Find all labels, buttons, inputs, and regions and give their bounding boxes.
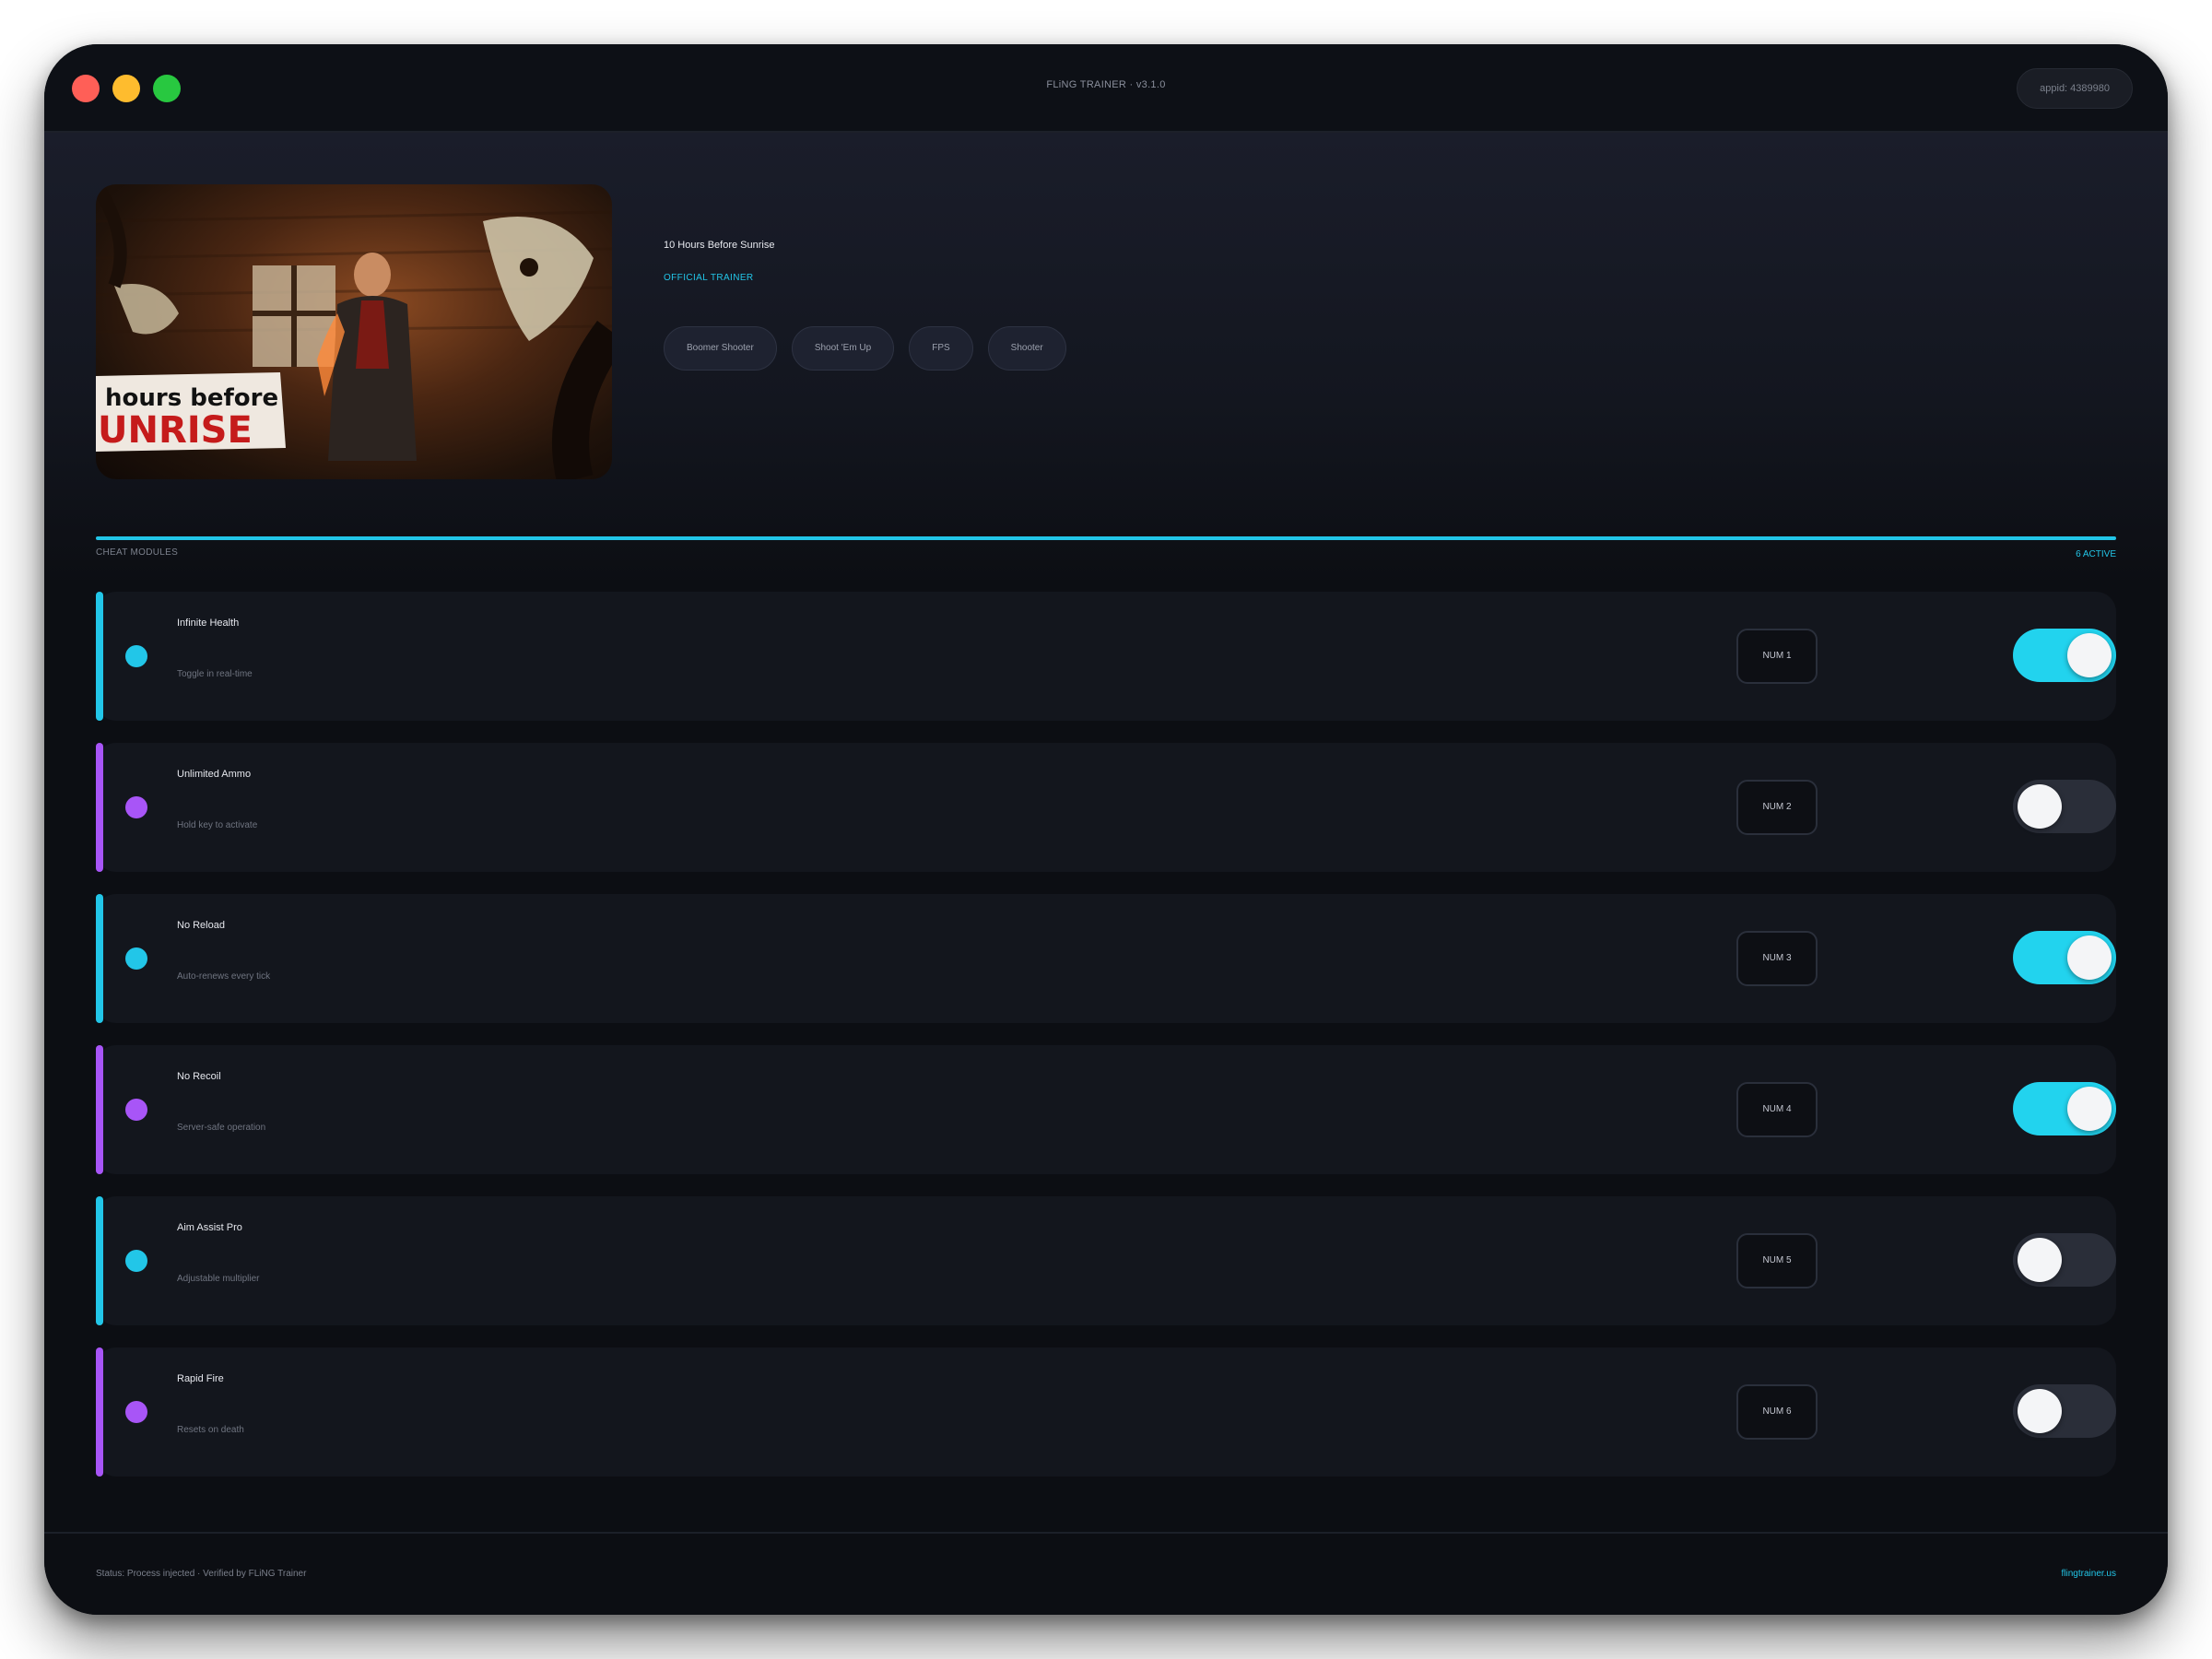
cheat-module-aim-assist-pro[interactable]: Aim Assist Pro Adjustable multiplier NUM… <box>96 1196 2116 1325</box>
module-accent-bar <box>96 894 103 1023</box>
module-status-dot <box>125 947 147 970</box>
cheat-module-list: Infinite Health Toggle in real-time NUM … <box>96 592 2116 1499</box>
cover-title-line1: hours before <box>105 384 278 412</box>
toggle-knob <box>2018 1389 2062 1433</box>
game-cover-image: hours before UNRISE <box>96 184 612 479</box>
hotkey-button[interactable]: NUM 1 <box>1736 629 1818 684</box>
hotkey-button[interactable]: NUM 3 <box>1736 931 1818 986</box>
cover-title-line2: UNRISE <box>98 409 253 452</box>
cheat-module-rapid-fire[interactable]: Rapid Fire Resets on death NUM 6 <box>96 1347 2116 1477</box>
genre-tags: Boomer Shooter Shoot 'Em Up FPS Shooter <box>664 326 1066 371</box>
cover-art: hours before UNRISE <box>96 184 612 479</box>
website-link[interactable]: flingtrainer.us <box>2062 1569 2116 1579</box>
cheat-module-no-reload[interactable]: No Reload Auto-renews every tick NUM 3 <box>96 894 2116 1023</box>
module-accent-bar <box>96 592 103 721</box>
hotkey-button[interactable]: NUM 4 <box>1736 1082 1818 1137</box>
module-status-dot <box>125 1099 147 1121</box>
module-toggle[interactable] <box>2013 931 2116 984</box>
module-toggle[interactable] <box>2013 780 2116 833</box>
section-divider <box>96 536 2116 540</box>
tag-fps[interactable]: FPS <box>909 326 973 371</box>
toggle-knob <box>2018 784 2062 829</box>
status-text: Status: Process injected · Verified by F… <box>96 1569 307 1579</box>
toggle-knob <box>2067 935 2112 980</box>
module-name: Aim Assist Pro <box>177 1222 242 1233</box>
cheat-module-no-recoil[interactable]: No Recoil Server-safe operation NUM 4 <box>96 1045 2116 1174</box>
cheat-module-infinite-health[interactable]: Infinite Health Toggle in real-time NUM … <box>96 592 2116 721</box>
module-toggle[interactable] <box>2013 1384 2116 1438</box>
module-description: Toggle in real-time <box>177 669 253 679</box>
hotkey-button[interactable]: NUM 2 <box>1736 780 1818 835</box>
window-title: FLiNG TRAINER · v3.1.0 <box>1046 79 1166 90</box>
module-status-dot <box>125 796 147 818</box>
module-description: Auto-renews every tick <box>177 971 271 982</box>
game-header: hours before UNRISE 10 Hours Before Sunr… <box>44 133 2168 584</box>
module-description: Hold key to activate <box>177 820 258 830</box>
hotkey-button[interactable]: NUM 6 <box>1736 1384 1818 1440</box>
module-status-dot <box>125 1250 147 1272</box>
title-bar: FLiNG TRAINER · v3.1.0 appid: 4389980 <box>44 44 2168 133</box>
tag-boomer-shooter[interactable]: Boomer Shooter <box>664 326 777 371</box>
module-name: Rapid Fire <box>177 1373 224 1384</box>
module-description: Resets on death <box>177 1425 244 1435</box>
module-accent-bar <box>96 1347 103 1477</box>
game-title: 10 Hours Before Sunrise <box>664 240 775 251</box>
status-footer: Status: Process injected · Verified by F… <box>44 1532 2168 1615</box>
tag-shoot-em-up[interactable]: Shoot 'Em Up <box>791 326 895 371</box>
module-description: Server-safe operation <box>177 1123 266 1133</box>
toggle-knob <box>2067 633 2112 677</box>
trainer-window: FLiNG TRAINER · v3.1.0 appid: 4389980 ho… <box>44 44 2168 1615</box>
section-label: CHEAT MODULES <box>96 547 179 558</box>
module-status-dot <box>125 645 147 667</box>
official-trainer-badge: OFFICIAL TRAINER <box>664 273 754 283</box>
module-accent-bar <box>96 1045 103 1174</box>
toggle-knob <box>2067 1087 2112 1131</box>
module-accent-bar <box>96 1196 103 1325</box>
hotkey-button[interactable]: NUM 5 <box>1736 1233 1818 1288</box>
module-toggle[interactable] <box>2013 1082 2116 1135</box>
module-toggle[interactable] <box>2013 629 2116 682</box>
module-name: No Recoil <box>177 1071 221 1082</box>
cheat-module-unlimited-ammo[interactable]: Unlimited Ammo Hold key to activate NUM … <box>96 743 2116 872</box>
module-name: Infinite Health <box>177 618 240 629</box>
module-toggle[interactable] <box>2013 1233 2116 1287</box>
module-accent-bar <box>96 743 103 872</box>
appid-badge: appid: 4389980 <box>2017 68 2133 109</box>
active-count: 6 ACTIVE <box>2076 549 2116 559</box>
toggle-knob <box>2018 1238 2062 1282</box>
module-name: No Reload <box>177 920 225 931</box>
module-description: Adjustable multiplier <box>177 1274 260 1284</box>
module-status-dot <box>125 1401 147 1423</box>
tag-shooter[interactable]: Shooter <box>987 326 1066 371</box>
module-name: Unlimited Ammo <box>177 769 252 780</box>
